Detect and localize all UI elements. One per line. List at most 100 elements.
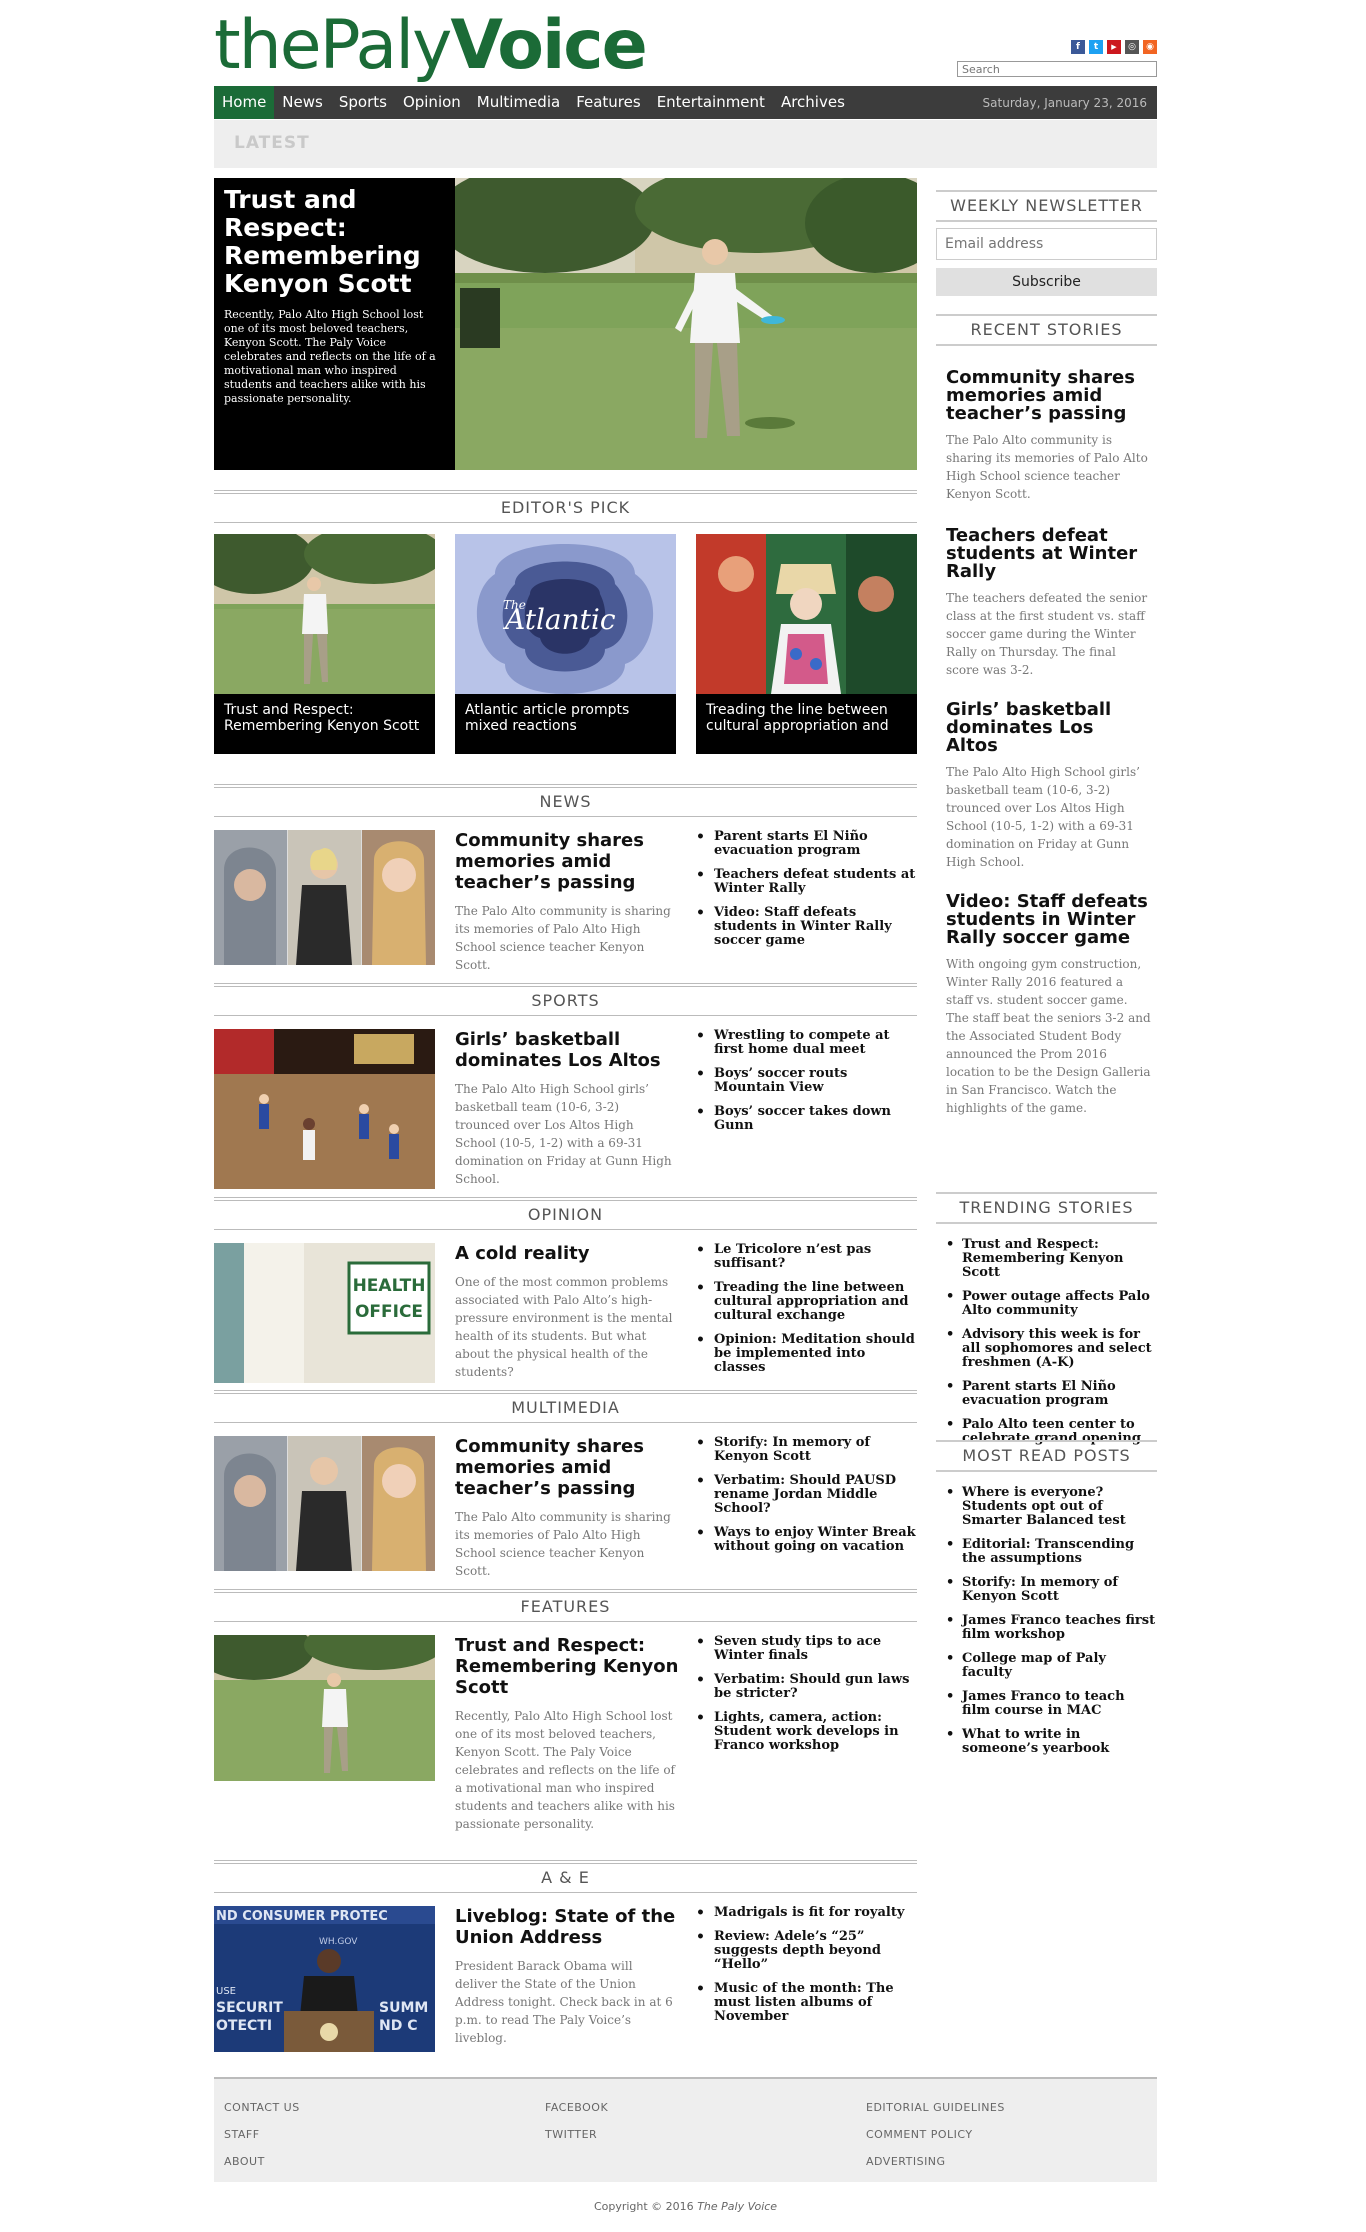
nav-multimedia[interactable]: Multimedia (469, 86, 568, 119)
news-link-1[interactable]: Parent starts El Niño evacuation program (696, 830, 917, 858)
news-thumb[interactable] (214, 830, 435, 965)
recent-story-title-3[interactable]: Girls’ basketball dominates Los Altos (946, 701, 1151, 755)
features-link-2[interactable]: Verbatim: Should gun laws be stricter? (696, 1673, 917, 1701)
footer-facebook-link[interactable]: FACEBOOK (545, 2101, 608, 2114)
ae-banner-mid: WH.GOV (319, 1937, 358, 1947)
opinion-title[interactable]: A cold reality (455, 1243, 685, 1264)
youtube-icon[interactable]: ▶ (1107, 40, 1121, 54)
recent-story-title-4[interactable]: Video: Staff defeats students in Winter … (946, 893, 1151, 947)
ae-banner-l1: USE (216, 1986, 236, 1997)
instagram-icon[interactable]: ◎ (1125, 40, 1139, 54)
nav-archives[interactable]: Archives (773, 86, 853, 119)
footer-guidelines-link[interactable]: EDITORIAL GUIDELINES (866, 2101, 1005, 2114)
nav-features[interactable]: Features (568, 86, 649, 119)
footer-advertising-link[interactable]: ADVERTISING (866, 2155, 946, 2168)
pick-caption-1[interactable]: Trust and Respect: Remembering Kenyon Sc… (214, 694, 435, 754)
featured-photo[interactable] (455, 178, 917, 470)
site-footer: CONTACT US STAFF ABOUT FACEBOOK TWITTER … (214, 2077, 1157, 2182)
sports-link-2[interactable]: Boys’ soccer routs Mountain View (696, 1067, 917, 1095)
most-read-item-1[interactable]: Where is everyone? Students opt out of S… (946, 1486, 1157, 1528)
ae-banner-r2: ND C (379, 2018, 418, 2034)
most-read-item-7[interactable]: What to write in someone’s yearbook (946, 1728, 1157, 1756)
footer-twitter-link[interactable]: TWITTER (545, 2128, 597, 2141)
subscribe-button[interactable]: Subscribe (936, 268, 1157, 296)
multimedia-link-3[interactable]: Ways to enjoy Winter Break without going… (696, 1526, 917, 1554)
recent-stories-heading: RECENT STORIES (936, 314, 1157, 346)
most-read-item-5[interactable]: College map of Paly faculty (946, 1652, 1157, 1680)
facebook-icon[interactable]: f (1071, 40, 1085, 54)
nav-news[interactable]: News (274, 86, 331, 119)
trending-item-2[interactable]: Power outage affects Palo Alto community (946, 1290, 1157, 1318)
copyright-text: Copyright © 2016 (593, 2200, 694, 2213)
multimedia-link-2[interactable]: Verbatim: Should PAUSD rename Jordan Mid… (696, 1474, 917, 1516)
features-title[interactable]: Trust and Respect: Remembering Kenyon Sc… (455, 1635, 685, 1698)
opinion-link-3[interactable]: Opinion: Meditation should be implemente… (696, 1333, 917, 1375)
opinion-thumb[interactable]: HEALTH OFFICE (214, 1243, 435, 1383)
opinion-link-1[interactable]: Le Tricolore n’est pas suffisant? (696, 1243, 917, 1271)
footer-contact-link[interactable]: CONTACT US (224, 2101, 300, 2114)
pick-item-1[interactable]: Trust and Respect: Remembering Kenyon Sc… (214, 534, 435, 754)
trending-item-4[interactable]: Parent starts El Niño evacuation program (946, 1380, 1157, 1408)
recent-story-title-2[interactable]: Teachers defeat students at Winter Rally (946, 527, 1151, 581)
recent-story-title-1[interactable]: Community shares memories amid teacher’s… (946, 369, 1151, 423)
features-thumb[interactable] (214, 1635, 435, 1781)
ae-heading: A & E (214, 1860, 917, 1893)
opinion-link-2[interactable]: Treading the line between cultural appro… (696, 1281, 917, 1323)
search-input[interactable] (957, 61, 1157, 77)
nav-entertainment[interactable]: Entertainment (649, 86, 773, 119)
rss-icon[interactable]: ◉ (1143, 40, 1157, 54)
social-icons: f t ▶ ◎ ◉ (1071, 40, 1157, 54)
ae-thumb[interactable]: ND CONSUMER PROTEC WH.GOV USE SECURIT OT… (214, 1906, 435, 2052)
features-link-1[interactable]: Seven study tips to ace Winter finals (696, 1635, 917, 1663)
ae-banner-top: ND CONSUMER PROTEC (216, 1909, 388, 1924)
pick-caption-2[interactable]: Atlantic article prompts mixed reactions (455, 694, 676, 754)
footer-about-link[interactable]: ABOUT (224, 2155, 265, 2168)
ae-link-1[interactable]: Madrigals is fit for royalty (696, 1906, 917, 1921)
footer-staff-link[interactable]: STAFF (224, 2128, 260, 2141)
sports-link-3[interactable]: Boys’ soccer takes down Gunn (696, 1105, 917, 1133)
news-link-2[interactable]: Teachers defeat students at Winter Rally (696, 868, 917, 896)
multimedia-link-1[interactable]: Storify: In memory of Kenyon Scott (696, 1436, 917, 1464)
recent-story-1: Community shares memories amid teacher’s… (946, 369, 1151, 503)
news-link-3[interactable]: Video: Staff defeats students in Winter … (696, 906, 917, 948)
news-title[interactable]: Community shares memories amid teacher’s… (455, 830, 685, 893)
ae-link-2[interactable]: Review: Adele’s “25” suggests depth beyo… (696, 1930, 917, 1972)
features-link-list: Seven study tips to ace Winter finals Ve… (696, 1635, 917, 1763)
recent-story-3: Girls’ basketball dominates Los Altos Th… (946, 701, 1151, 871)
sports-thumb[interactable] (214, 1029, 435, 1189)
ae-banner-r1: SUMM (379, 2000, 428, 2016)
trending-list: Trust and Respect: Remembering Kenyon Sc… (946, 1238, 1157, 1456)
nav-opinion[interactable]: Opinion (395, 86, 469, 119)
trending-item-3[interactable]: Advisory this week is for all sophomores… (946, 1328, 1157, 1370)
most-read-item-2[interactable]: Editorial: Transcending the assumptions (946, 1538, 1157, 1566)
newsletter-heading: WEEKLY NEWSLETTER (936, 190, 1157, 222)
multimedia-thumb[interactable] (214, 1436, 435, 1571)
sports-link-1[interactable]: Wrestling to compete at first home dual … (696, 1029, 917, 1057)
pick-item-2[interactable]: The Atlantic Atlantic article prompts mi… (455, 534, 676, 754)
featured-title[interactable]: Trust and Respect: Remembering Kenyon Sc… (224, 186, 445, 298)
most-read-item-6[interactable]: James Franco to teach film course in MAC (946, 1690, 1157, 1718)
twitter-icon[interactable]: t (1089, 40, 1103, 54)
pick-item-3[interactable]: Treading the line between cultural appro… (696, 534, 917, 754)
pick-caption-3[interactable]: Treading the line between cultural appro… (696, 694, 917, 754)
ae-link-3[interactable]: Music of the month: The must listen albu… (696, 1982, 917, 2024)
sports-link-list: Wrestling to compete at first home dual … (696, 1029, 917, 1143)
health-sign-line1: HEALTH (353, 1276, 426, 1296)
most-read-list: Where is everyone? Students opt out of S… (946, 1486, 1157, 1766)
nav-sports[interactable]: Sports (331, 86, 395, 119)
features-link-3[interactable]: Lights, camera, action: Student work dev… (696, 1711, 917, 1753)
trending-heading: TRENDING STORIES (936, 1192, 1157, 1224)
multimedia-title[interactable]: Community shares memories amid teacher’s… (455, 1436, 685, 1499)
nav-home[interactable]: Home (214, 86, 275, 119)
most-read-item-3[interactable]: Storify: In memory of Kenyon Scott (946, 1576, 1157, 1604)
sports-title[interactable]: Girls’ basketball dominates Los Altos (455, 1029, 685, 1071)
opinion-heading: OPINION (214, 1197, 917, 1230)
ae-title[interactable]: Liveblog: State of the Union Address (455, 1906, 685, 1948)
footer-comment-policy-link[interactable]: COMMENT POLICY (866, 2128, 973, 2141)
featured-story[interactable]: Trust and Respect: Remembering Kenyon Sc… (214, 178, 917, 470)
most-read-item-4[interactable]: James Franco teaches first film workshop (946, 1614, 1157, 1642)
site-logo[interactable]: thePalyVoice (214, 12, 648, 80)
email-input[interactable] (936, 228, 1157, 260)
recent-story-desc-3: The Palo Alto High School girls’ basketb… (946, 765, 1140, 869)
trending-item-1[interactable]: Trust and Respect: Remembering Kenyon Sc… (946, 1238, 1157, 1280)
